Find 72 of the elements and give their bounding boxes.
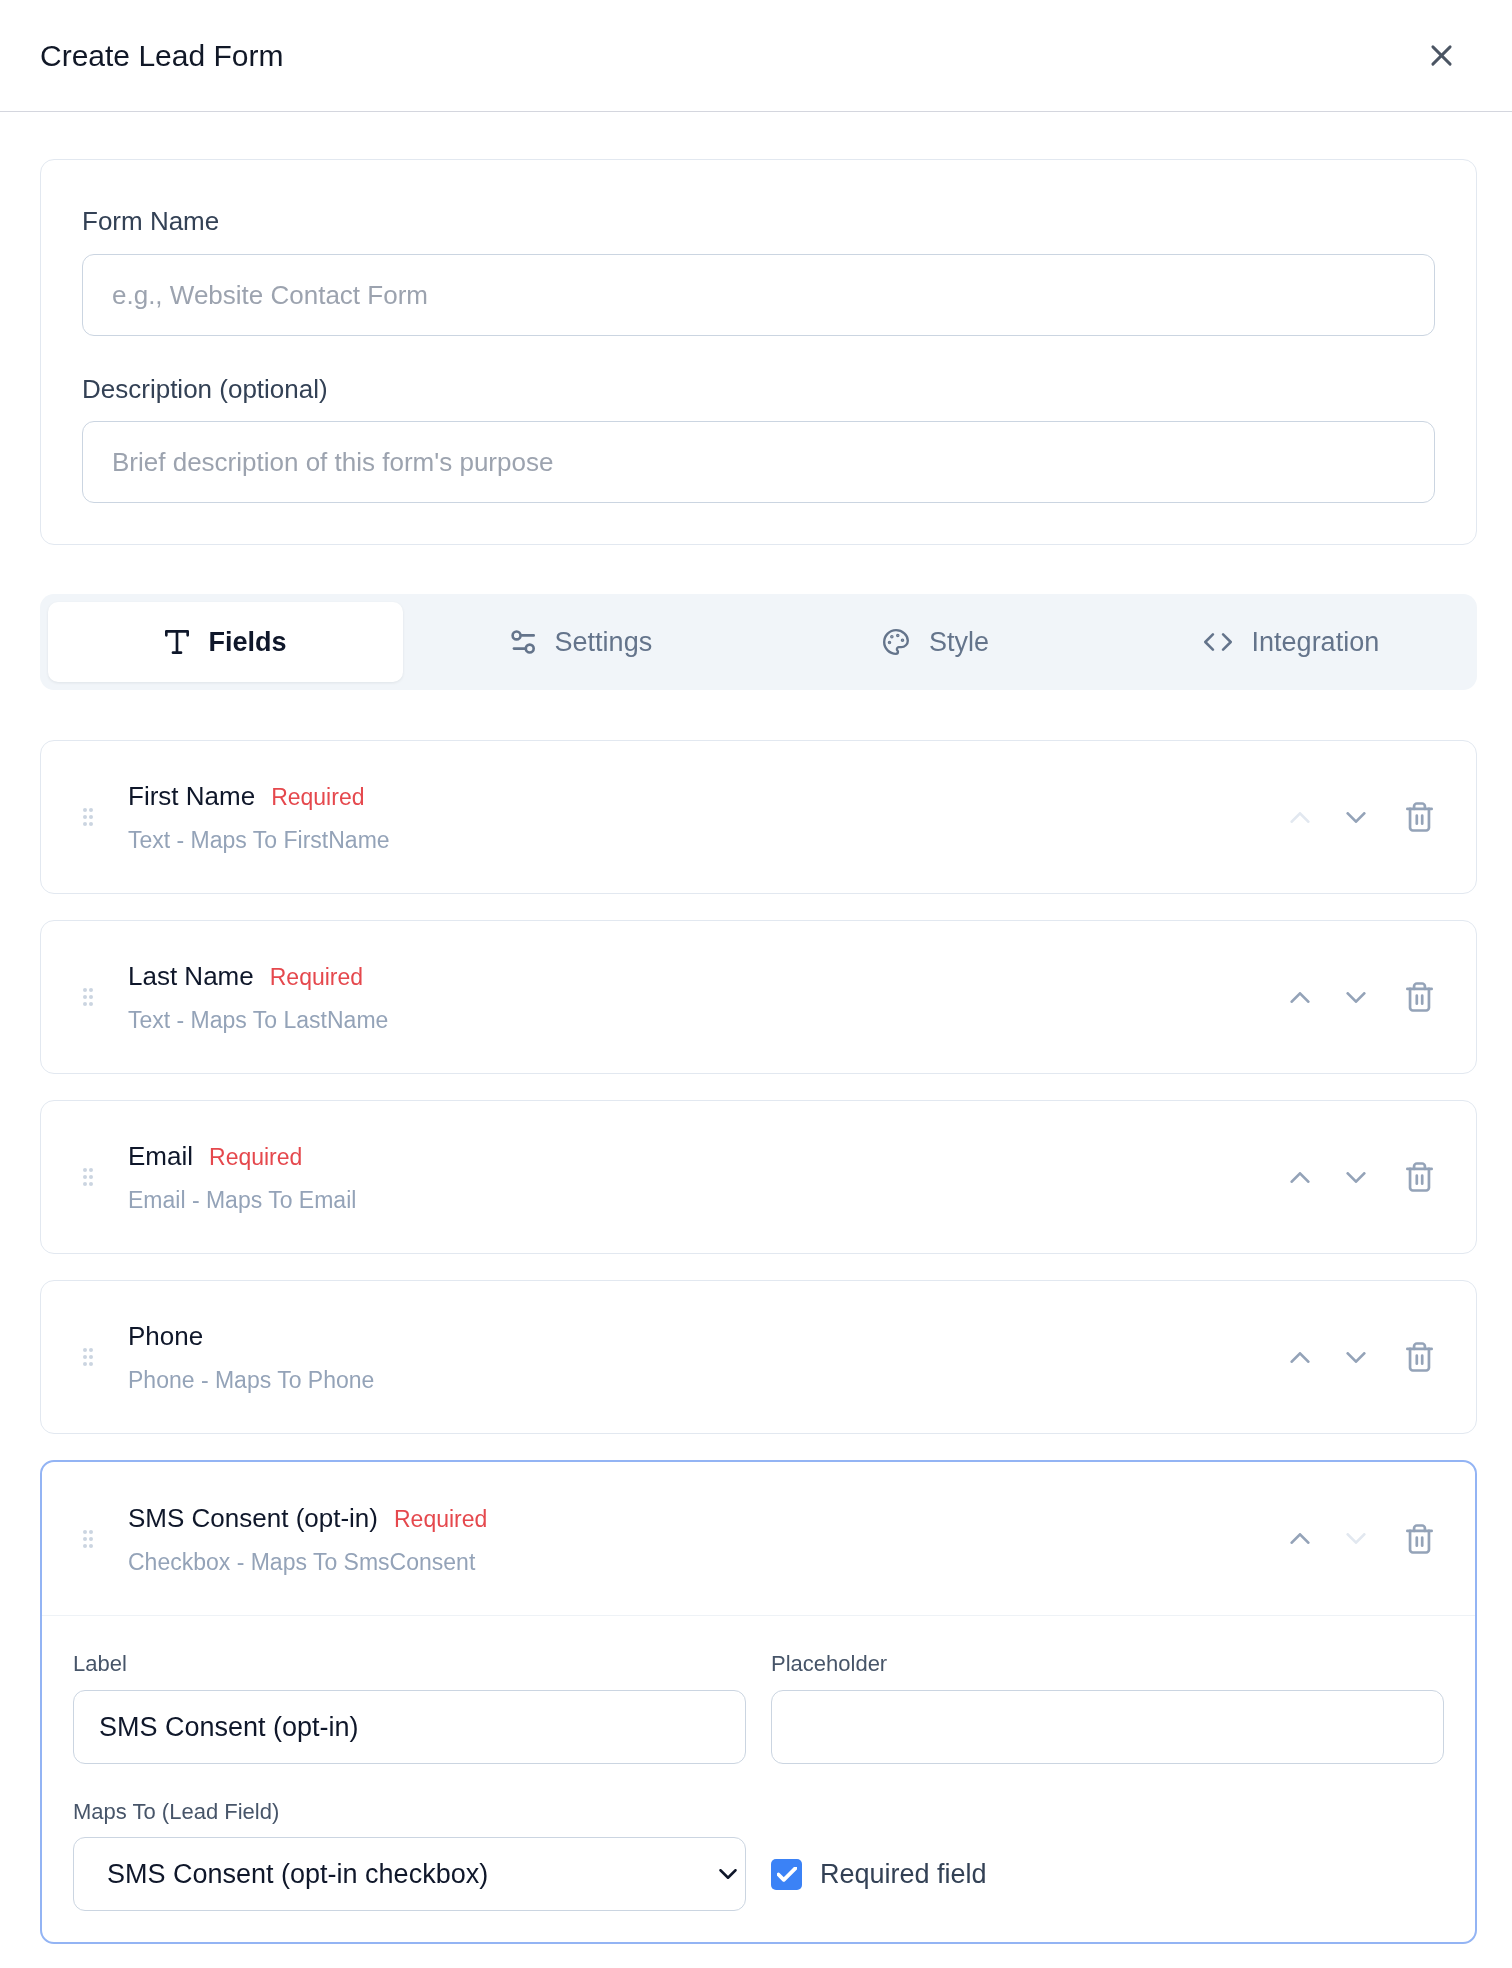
required-field-label: Required field xyxy=(820,1857,987,1891)
field-name: Phone xyxy=(128,1320,204,1353)
checkmark-icon xyxy=(776,1866,797,1882)
placeholder-field-label: Placeholder xyxy=(771,1650,889,1678)
chevron-down-icon xyxy=(1346,811,1366,823)
palette-icon xyxy=(883,629,910,655)
label-input[interactable]: SMS Consent (opt-in) xyxy=(73,1690,746,1764)
required-checkbox[interactable] xyxy=(771,1858,802,1890)
drag-handle-icon[interactable] xyxy=(83,808,93,826)
field-summary: Text - Maps To LastName xyxy=(128,1006,389,1035)
field-name: Email xyxy=(128,1140,193,1173)
chevron-up-icon xyxy=(1290,811,1310,823)
label-field-label: Label xyxy=(73,1650,128,1678)
required-tag: Required xyxy=(394,1503,488,1534)
field-name: Last Name xyxy=(128,960,254,993)
trash-icon xyxy=(1406,1162,1433,1192)
field-summary: Email - Maps To Email xyxy=(128,1186,357,1215)
move-up-button[interactable] xyxy=(1290,1351,1310,1363)
move-down-button[interactable] xyxy=(1346,811,1366,823)
chevron-down-icon xyxy=(1346,991,1366,1003)
delete-button[interactable] xyxy=(1406,802,1433,832)
description-input[interactable]: Brief description of this form's purpose xyxy=(82,421,1435,503)
drag-handle-icon[interactable] xyxy=(83,988,93,1006)
trash-icon xyxy=(1406,802,1433,832)
drag-handle-icon[interactable] xyxy=(83,1529,93,1548)
drag-handle-icon[interactable] xyxy=(83,1348,93,1366)
move-up-button[interactable] xyxy=(1290,1533,1310,1544)
maps-to-select[interactable]: SMS Consent (opt-in checkbox) xyxy=(73,1837,746,1911)
move-down-button[interactable] xyxy=(1346,1351,1366,1363)
move-up-button[interactable] xyxy=(1290,1171,1310,1183)
chevron-down-icon xyxy=(719,1869,737,1879)
field-summary: Phone - Maps To Phone xyxy=(128,1366,375,1395)
delete-button[interactable] xyxy=(1406,1162,1433,1192)
field-name: First Name xyxy=(128,780,256,813)
placeholder-input[interactable] xyxy=(771,1690,1444,1764)
chevron-up-icon xyxy=(1290,991,1310,1003)
chevron-up-icon xyxy=(1290,1351,1310,1363)
delete-button[interactable] xyxy=(1406,1523,1433,1554)
tab[interactable]: Integration xyxy=(1113,602,1469,682)
tab[interactable]: Fields xyxy=(48,602,404,682)
chevron-up-icon xyxy=(1290,1171,1310,1183)
type-icon xyxy=(164,630,189,654)
move-up-button[interactable] xyxy=(1290,991,1310,1003)
delete-button[interactable] xyxy=(1406,1342,1433,1372)
required-tag: Required xyxy=(209,1142,303,1172)
move-down-button[interactable] xyxy=(1346,1171,1366,1183)
tab[interactable]: Settings xyxy=(403,602,759,682)
chevron-down-icon xyxy=(1346,1171,1366,1183)
field-summary: Checkbox - Maps To SmsConsent xyxy=(128,1547,477,1577)
chevron-down-icon xyxy=(1346,1533,1366,1544)
form-name-label: Form Name xyxy=(82,205,221,238)
trash-icon xyxy=(1406,1523,1433,1554)
close-icon xyxy=(1430,44,1453,67)
trash-icon xyxy=(1406,1342,1433,1372)
code-icon xyxy=(1203,633,1232,651)
required-tag: Required xyxy=(271,782,365,812)
move-down-button[interactable] xyxy=(1346,991,1366,1003)
chevron-up-icon xyxy=(1290,1533,1310,1544)
dialog-title: Create Lead Form xyxy=(40,37,284,74)
chevron-down-icon xyxy=(1346,1351,1366,1363)
required-tag: Required xyxy=(269,962,364,992)
form-name-input[interactable]: e.g., Website Contact Form xyxy=(82,254,1435,336)
field-summary: Text - Maps To FirstName xyxy=(128,826,390,855)
tab[interactable]: Style xyxy=(758,602,1114,682)
delete-button[interactable] xyxy=(1406,982,1433,1012)
maps-to-label: Maps To (Lead Field) xyxy=(73,1798,281,1826)
close-button[interactable] xyxy=(1430,44,1453,67)
description-label: Description (optional) xyxy=(82,373,329,406)
trash-icon xyxy=(1406,982,1433,1012)
drag-handle-icon[interactable] xyxy=(83,1168,93,1186)
sliders-icon xyxy=(509,630,535,654)
field-name: SMS Consent (opt-in) xyxy=(128,1501,378,1535)
